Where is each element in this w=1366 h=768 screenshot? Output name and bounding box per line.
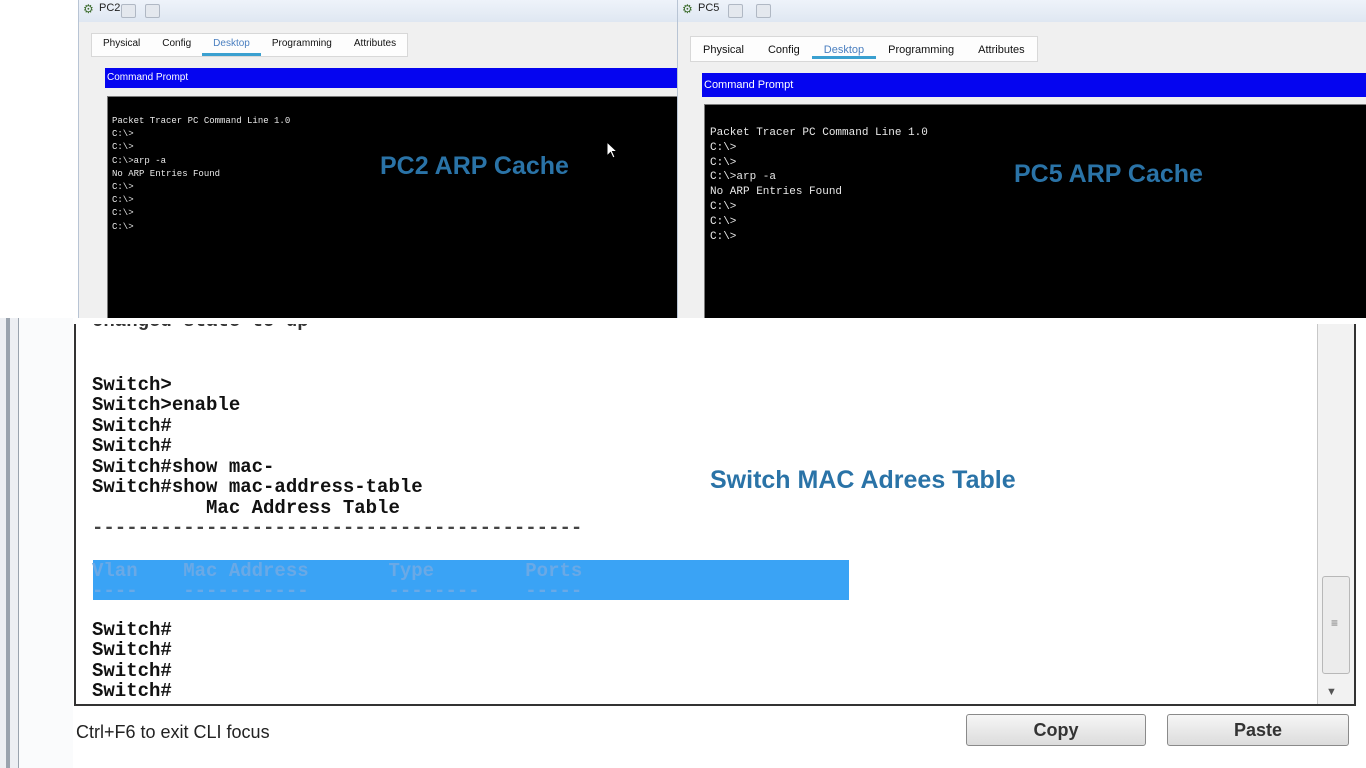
console-line: C:\> — [112, 195, 134, 206]
cli-line: Switch# — [92, 435, 172, 457]
vertical-scrollbar[interactable]: ≡ ▼ — [1317, 324, 1354, 704]
tab-programming[interactable]: Programming — [876, 37, 966, 59]
console-line: C:\> — [710, 230, 737, 243]
console-line: C:\> — [710, 200, 737, 213]
tab-desktop[interactable]: Desktop — [811, 37, 877, 59]
switch-cli-panel: changed state to up Switch> Switch>enabl… — [0, 318, 1366, 768]
switch-mac-table-label: Switch MAC Adrees Table — [710, 466, 1016, 494]
left-margin — [19, 318, 73, 768]
pc5-arp-cache-label: PC5 ARP Cache — [1014, 160, 1203, 188]
cli-line: Switch# — [92, 660, 172, 682]
paste-button[interactable]: Paste — [1167, 714, 1349, 746]
cli-line: Switch>enable — [92, 394, 241, 416]
pc5-tabbar: Physical Config Desktop Programming Attr… — [690, 36, 1038, 62]
maximize-icon[interactable] — [756, 4, 771, 18]
tab-physical[interactable]: Physical — [691, 37, 756, 59]
console-line: Packet Tracer PC Command Line 1.0 — [112, 116, 291, 126]
scroll-down-arrow-icon[interactable]: ▼ — [1326, 686, 1337, 698]
console-line: C:\> — [112, 129, 134, 140]
left-border-strip — [0, 318, 19, 768]
tab-attributes[interactable]: Attributes — [343, 34, 407, 56]
tab-physical[interactable]: Physical — [92, 34, 151, 56]
cli-line: ----------------------------------------… — [92, 517, 583, 539]
mac-table-underline: ---- ----------- -------- ----- — [92, 580, 583, 602]
pc2-titlebar: ⚙ PC2 — [79, 0, 677, 22]
pc-icon: ⚙ — [682, 2, 693, 16]
cli-line: Switch# — [92, 680, 172, 702]
cli-line: Switch# — [92, 639, 172, 661]
console-line: C:\> — [112, 221, 134, 232]
switch-cli-console[interactable]: changed state to up Switch> Switch>enabl… — [74, 324, 1356, 706]
cli-line: Switch#show mac- — [92, 456, 275, 478]
tab-config[interactable]: Config — [756, 37, 812, 59]
cli-focus-hint: Ctrl+F6 to exit CLI focus — [76, 722, 270, 742]
console-line: C:\> — [710, 141, 737, 154]
cli-line: Switch# — [92, 619, 172, 641]
maximize-icon[interactable] — [145, 4, 160, 18]
grip-icon: ≡ — [1331, 616, 1339, 630]
pc5-titlebar: ⚙ PC5 — [678, 0, 1366, 22]
pc2-tabbar: Physical Config Desktop Programming Attr… — [91, 33, 409, 57]
command-prompt-header: Command Prompt — [702, 73, 1366, 97]
pc5-console[interactable]: Packet Tracer PC Command Line 1.0 C:\> C:\… — [704, 104, 1366, 318]
cli-line: Switch> — [92, 374, 172, 396]
pc-icon: ⚙ — [83, 2, 94, 16]
mouse-pointer-icon — [606, 141, 619, 159]
pc2-title: PC2 — [99, 2, 121, 14]
console-line: C:\> — [112, 182, 134, 193]
pc2-console[interactable]: Packet Tracer PC Command Line 1.0 C:\> C:\… — [107, 96, 677, 318]
tab-config[interactable]: Config — [151, 34, 202, 56]
cli-line: Mac Address Table — [92, 497, 400, 519]
tab-desktop[interactable]: Desktop — [202, 34, 261, 56]
pc5-window: ⚙ PC5 Physical Config Desktop Programmin… — [677, 0, 1366, 318]
minimize-icon[interactable] — [121, 4, 136, 18]
tab-attributes[interactable]: Attributes — [966, 37, 1036, 59]
cli-line: Switch# — [92, 415, 172, 437]
cli-line: Switch#show mac-address-table — [92, 476, 423, 498]
minimize-icon[interactable] — [728, 4, 743, 18]
console-line: C:\> — [710, 215, 737, 228]
pc2-window: ⚙ PC2 Physical Config Desktop Programmin… — [78, 0, 677, 318]
mac-table-header: Vlan Mac Address Type Ports — [92, 560, 583, 582]
command-prompt-header: Command Prompt — [105, 68, 677, 88]
console-line: Packet Tracer PC Command Line 1.0 — [710, 127, 928, 139]
console-line: C:\> — [112, 208, 134, 219]
pc2-arp-cache-label: PC2 ARP Cache — [380, 152, 569, 180]
pc5-title: PC5 — [698, 2, 720, 14]
scroll-thumb[interactable]: ≡ — [1322, 576, 1350, 674]
tab-programming[interactable]: Programming — [261, 34, 343, 56]
copy-button[interactable]: Copy — [966, 714, 1146, 746]
